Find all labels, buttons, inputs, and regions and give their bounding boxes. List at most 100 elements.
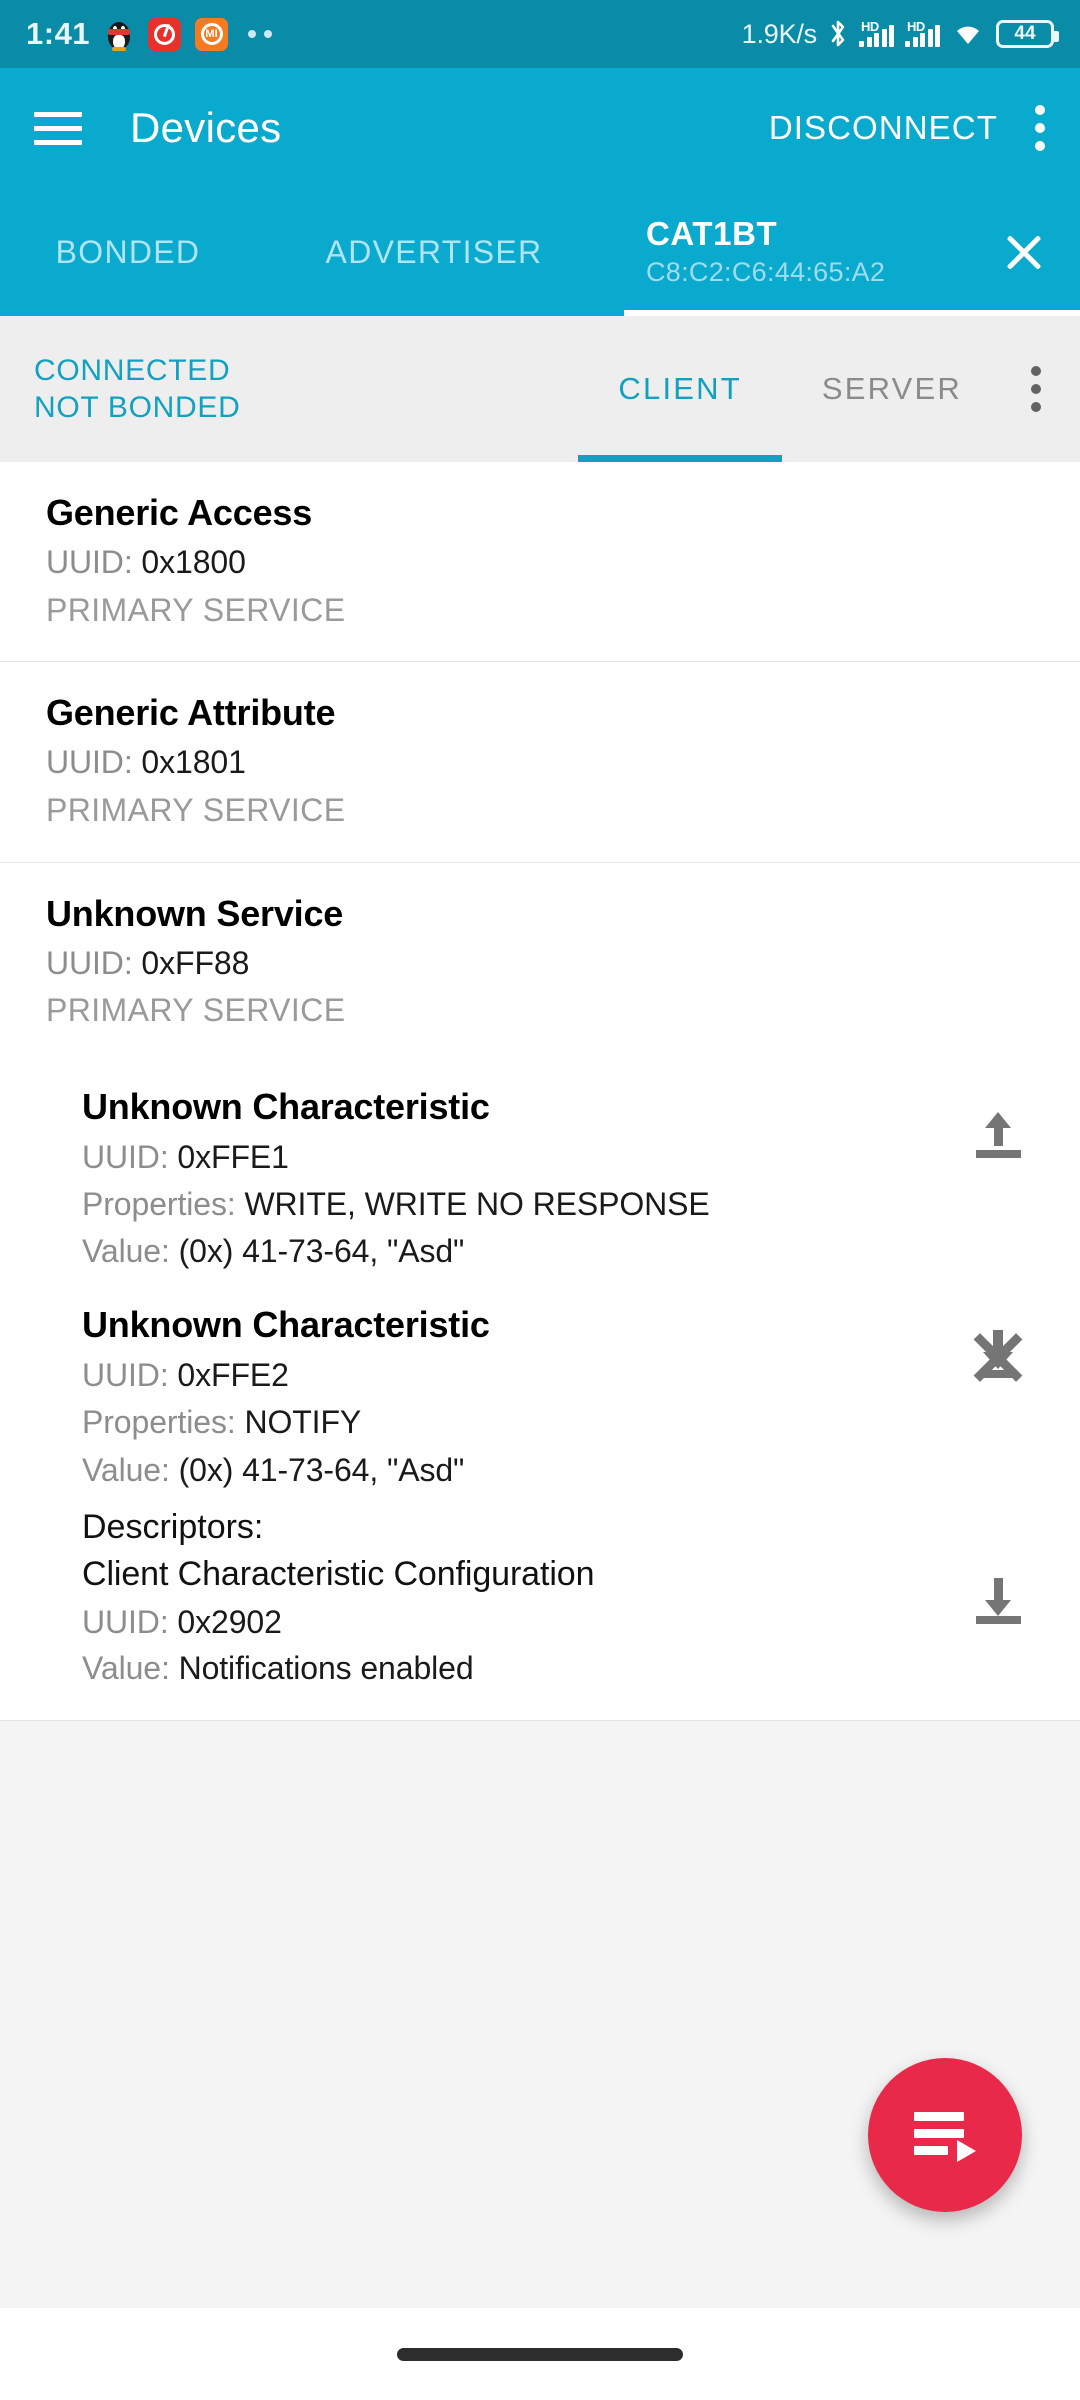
characteristic-value: (0x) 41-73-64, "Asd" (178, 1451, 465, 1488)
tab-client[interactable]: CLIENT (578, 316, 783, 462)
service-uuid-row: UUID: 0x1800 (46, 542, 1034, 584)
characteristic-properties-value: NOTIFY (244, 1404, 362, 1441)
notifications-off-icon (970, 1328, 1026, 1384)
value-label: Value: (82, 1650, 170, 1687)
tab-advertiser[interactable]: ADVERTISER (256, 188, 612, 316)
status-bar-right: 1.9K/s HD HD 44 (741, 18, 1059, 50)
tab-bonded[interactable]: BONDED (0, 188, 256, 316)
descriptor-body: Client Characteristic Configuration UUID… (82, 1552, 950, 1690)
signal-hd-icon: HD (905, 19, 940, 47)
more-dots-icon (248, 30, 273, 38)
close-icon[interactable] (998, 226, 1050, 278)
characteristic-item-ffe2[interactable]: Unknown Characteristic UUID: 0xFFE2 Prop… (0, 1280, 1080, 1499)
mi-icon: MI (195, 17, 229, 51)
tab-device-mac: C8:C2:C6:44:65:A2 (646, 256, 886, 287)
battery-icon: 44 (996, 20, 1059, 48)
service-type: PRIMARY SERVICE (46, 791, 346, 828)
properties-label: Properties: (82, 1404, 236, 1441)
service-list[interactable]: Generic Access UUID: 0x1800 PRIMARY SERV… (0, 462, 1080, 2308)
properties-label: Properties: (82, 1185, 236, 1222)
disconnect-button[interactable]: DISCONNECT (769, 109, 998, 147)
service-item-generic-attribute[interactable]: Generic Attribute UUID: 0x1801 PRIMARY S… (0, 662, 1080, 863)
status-clock: 1:41 (26, 16, 91, 51)
service-name: Generic Attribute (46, 692, 336, 734)
app-bar-actions: DISCONNECT (769, 102, 1046, 154)
service-uuid-row: UUID: 0xFF88 (46, 943, 1034, 985)
network-speed: 1.9K/s (741, 18, 818, 49)
write-button[interactable] (950, 1090, 1046, 1186)
characteristic-item-ffe1[interactable]: Unknown Characteristic UUID: 0xFFE1 Prop… (0, 1062, 1080, 1281)
characteristic-properties-value: WRITE, WRITE NO RESPONSE (244, 1185, 710, 1222)
value-label: Value: (82, 1451, 170, 1488)
descriptor-value-row: Value: Notifications enabled (82, 1647, 950, 1689)
service-item-unknown-service[interactable]: Unknown Service UUID: 0xFF88 PRIMARY SER… (0, 863, 1080, 1062)
tab-device-name: CAT1BT (646, 214, 778, 252)
page-title: Devices (130, 104, 282, 151)
characteristic-uuid-value: 0xFFE2 (177, 1357, 289, 1394)
bluetooth-icon (831, 20, 845, 47)
hamburger-icon[interactable] (34, 108, 82, 148)
service-uuid-value: 0x1800 (141, 544, 246, 581)
tab-device-cat1bt[interactable]: CAT1BT C8:C2:C6:44:65:A2 (612, 188, 1080, 316)
system-nav-bar (0, 2308, 1080, 2400)
wifi-icon (957, 26, 979, 44)
characteristic-body: Unknown Characteristic UUID: 0xFFE1 Prop… (82, 1084, 950, 1273)
download-icon (972, 1574, 1024, 1630)
signal-hd-icon: HD (859, 19, 894, 47)
service-uuid-value: 0x1801 (141, 744, 246, 781)
characteristic-value-row: Value: (0x) 41-73-64, "Asd" (82, 1449, 950, 1491)
music-icon (148, 17, 182, 51)
descriptors-label: Descriptors: (82, 1507, 264, 1546)
connection-state: CONNECTED NOT BONDED (34, 353, 240, 426)
characteristic-uuid-value: 0xFFE1 (177, 1138, 289, 1175)
service-item-generic-access[interactable]: Generic Access UUID: 0x1800 PRIMARY SERV… (0, 462, 1080, 663)
service-uuid-row: UUID: 0x1801 (46, 742, 1034, 784)
uuid-label: UUID: (46, 944, 133, 981)
descriptor-uuid-row: UUID: 0x2902 (82, 1601, 950, 1643)
characteristic-name: Unknown Characteristic (82, 1304, 490, 1346)
connection-state-label: CONNECTED (34, 353, 231, 387)
uuid-label: UUID: (82, 1357, 169, 1394)
kebab-menu-icon[interactable] (1030, 366, 1042, 412)
characteristic-name: Unknown Characteristic (82, 1085, 490, 1127)
device-tab-bar: BONDED ADVERTISER CAT1BT C8:C2:C6:44:65:… (0, 188, 1080, 316)
characteristic-properties-row: Properties: NOTIFY (82, 1401, 950, 1443)
client-server-tabs: CLIENT SERVER (578, 316, 1002, 462)
battery-level: 44 (1014, 23, 1036, 44)
descriptor-value: Notifications enabled (178, 1650, 474, 1687)
characteristic-uuid-row: UUID: 0xFFE2 (82, 1354, 950, 1396)
read-descriptor-button[interactable] (950, 1554, 1046, 1650)
status-bar-left: 1:41 MI (26, 16, 273, 52)
descriptor-item-2902[interactable]: Client Characteristic Configuration UUID… (0, 1550, 1080, 1690)
uuid-label: UUID: (46, 544, 133, 581)
connection-status-bar: CONNECTED NOT BONDED CLIENT SERVER (0, 316, 1080, 462)
characteristic-value-row: Value: (0x) 41-73-64, "Asd" (82, 1230, 950, 1272)
characteristic-uuid-row: UUID: 0xFFE1 (82, 1136, 950, 1178)
service-name: Generic Access (46, 492, 313, 533)
gesture-pill[interactable] (397, 2347, 683, 2361)
kebab-menu-icon[interactable] (1034, 102, 1046, 154)
service-name: Unknown Service (46, 892, 344, 934)
playlist-play-icon (914, 2107, 976, 2163)
tab-server[interactable]: SERVER (782, 316, 1002, 462)
service-type: PRIMARY SERVICE (46, 992, 346, 1029)
service-card: Generic Access UUID: 0x1800 PRIMARY SERV… (0, 462, 1080, 1721)
uuid-label: UUID: (82, 1138, 169, 1175)
qq-icon (104, 17, 134, 51)
app-bar: Devices DISCONNECT (0, 68, 1080, 188)
upload-icon (972, 1110, 1024, 1166)
disable-notifications-button[interactable] (950, 1308, 1046, 1404)
phone-screen: 1:41 MI 1.9K/s HD HD 44 Devices DISCONNE… (0, 0, 1080, 2400)
uuid-label: UUID: (46, 744, 133, 781)
characteristic-body: Unknown Characteristic UUID: 0xFFE2 Prop… (82, 1302, 950, 1491)
status-bar: 1:41 MI 1.9K/s HD HD 44 (0, 0, 1080, 68)
log-fab-button[interactable] (868, 2058, 1022, 2212)
descriptor-name: Client Characteristic Configuration (82, 1554, 595, 1593)
characteristic-value: (0x) 41-73-64, "Asd" (178, 1233, 465, 1270)
value-label: Value: (82, 1233, 170, 1270)
characteristic-list: Unknown Characteristic UUID: 0xFFE1 Prop… (0, 1062, 1080, 1721)
uuid-label: UUID: (82, 1604, 169, 1641)
service-uuid-value: 0xFF88 (141, 944, 250, 981)
service-type: PRIMARY SERVICE (46, 591, 346, 628)
bond-state-label: NOT BONDED (34, 391, 241, 424)
